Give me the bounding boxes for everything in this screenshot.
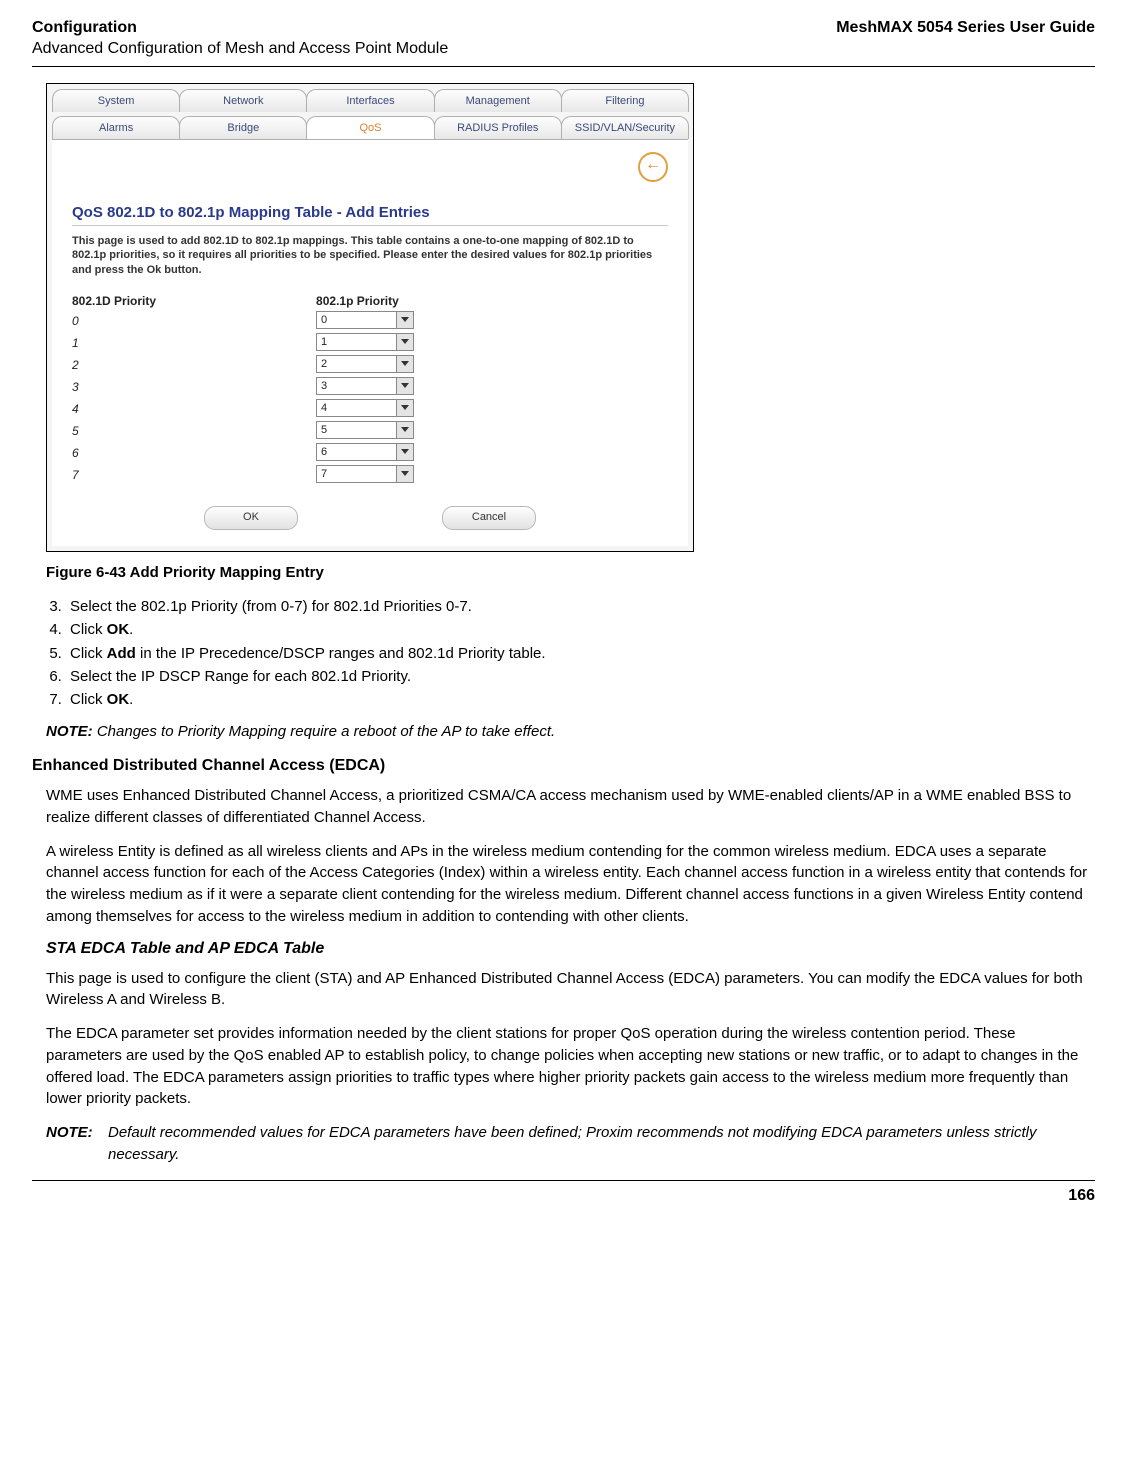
step-3: Select the 802.1p Priority (from 0-7) fo… <box>66 595 1095 618</box>
embedded-screenshot: System Network Interfaces Management Fil… <box>46 83 694 553</box>
priority-1d-value: 1 <box>72 332 156 354</box>
steps-list: Select the 802.1p Priority (from 0-7) fo… <box>46 595 1095 711</box>
step-text: . <box>129 691 133 708</box>
paragraph: WME uses Enhanced Distributed Channel Ac… <box>46 785 1095 829</box>
select-value: 1 <box>316 333 396 351</box>
page-subtitle: Advanced Configuration of Mesh and Acces… <box>32 39 448 60</box>
priority-1p-select[interactable]: 1 <box>316 333 414 351</box>
priority-1d-value: 5 <box>72 420 156 442</box>
subheading-sta-ap-edca: STA EDCA Table and AP EDCA Table <box>46 940 1095 958</box>
back-button[interactable]: ← <box>638 152 668 182</box>
select-value: 2 <box>316 355 396 373</box>
step-bold: Add <box>107 645 136 662</box>
select-value: 7 <box>316 465 396 483</box>
select-value: 4 <box>316 399 396 417</box>
note-1: NOTE: Changes to Priority Mapping requir… <box>46 721 1095 743</box>
priority-1p-select[interactable]: 3 <box>316 377 414 395</box>
note-label: NOTE: <box>46 723 93 740</box>
page-number: 166 <box>32 1187 1095 1219</box>
paragraph: The EDCA parameter set provides informat… <box>46 1023 1095 1110</box>
priority-1p-select[interactable]: 4 <box>316 399 414 417</box>
chevron-down-icon <box>396 443 414 461</box>
paragraph: A wireless Entity is defined as all wire… <box>46 841 1095 928</box>
col-head-1d: 802.1D Priority <box>72 294 156 308</box>
paragraph: This page is used to configure the clien… <box>46 968 1095 1012</box>
tab-interfaces[interactable]: Interfaces <box>306 89 434 112</box>
figure-caption: Figure 6-43 Add Priority Mapping Entry <box>46 564 1095 581</box>
note-text: Changes to Priority Mapping require a re… <box>97 723 555 740</box>
note-text: Default recommended values for EDCA para… <box>108 1122 1095 1166</box>
priority-1d-value: 3 <box>72 376 156 398</box>
tab-qos[interactable]: QoS <box>306 116 434 139</box>
heading-edca: Enhanced Distributed Channel Access (EDC… <box>32 757 1095 775</box>
priority-1p-select[interactable]: 0 <box>316 311 414 329</box>
step-bold: OK <box>107 621 130 638</box>
guide-title: MeshMAX 5054 Series User Guide <box>836 18 1095 60</box>
chevron-down-icon <box>396 421 414 439</box>
cancel-button[interactable]: Cancel <box>442 506 536 530</box>
tab-bridge[interactable]: Bridge <box>179 116 307 139</box>
arrow-left-icon: ← <box>645 156 661 173</box>
chevron-down-icon <box>396 355 414 373</box>
tab-network[interactable]: Network <box>179 89 307 112</box>
priority-1p-select[interactable]: 7 <box>316 465 414 483</box>
priority-1d-value: 0 <box>72 310 156 332</box>
section-underline <box>72 225 668 226</box>
tab-radius-profiles[interactable]: RADIUS Profiles <box>434 116 562 139</box>
footer-rule <box>32 1180 1095 1181</box>
step-4: Click OK. <box>66 618 1095 641</box>
chevron-down-icon <box>396 377 414 395</box>
step-text: . <box>129 621 133 638</box>
priority-1d-value: 4 <box>72 398 156 420</box>
section-description: This page is used to add 802.1D to 802.1… <box>72 234 668 279</box>
priority-1d-value: 2 <box>72 354 156 376</box>
priority-1p-select[interactable]: 5 <box>316 421 414 439</box>
priority-1d-value: 7 <box>72 464 156 486</box>
note-label: NOTE: <box>46 1122 108 1166</box>
select-value: 6 <box>316 443 396 461</box>
step-bold: OK <box>107 691 130 708</box>
note-2: NOTE: Default recommended values for EDC… <box>46 1122 1095 1166</box>
select-value: 5 <box>316 421 396 439</box>
tab-management[interactable]: Management <box>434 89 562 112</box>
tab-alarms[interactable]: Alarms <box>52 116 180 139</box>
col-head-1p: 802.1p Priority <box>316 294 414 308</box>
section-title: QoS 802.1D to 802.1p Mapping Table - Add… <box>72 182 668 223</box>
step-text: Click <box>70 621 107 638</box>
priority-1p-select[interactable]: 6 <box>316 443 414 461</box>
step-text: Click <box>70 645 107 662</box>
priority-1p-select[interactable]: 2 <box>316 355 414 373</box>
ok-button[interactable]: OK <box>204 506 298 530</box>
tab-filtering[interactable]: Filtering <box>561 89 689 112</box>
chevron-down-icon <box>396 333 414 351</box>
header-rule <box>32 66 1095 67</box>
tab-ssid-vlan-security[interactable]: SSID/VLAN/Security <box>561 116 689 139</box>
chevron-down-icon <box>396 399 414 417</box>
priority-1d-value: 6 <box>72 442 156 464</box>
step-text: in the IP Precedence/DSCP ranges and 802… <box>136 645 546 662</box>
select-value: 0 <box>316 311 396 329</box>
step-text: Click <box>70 691 107 708</box>
page-title: Configuration <box>32 18 448 39</box>
select-value: 3 <box>316 377 396 395</box>
tab-system[interactable]: System <box>52 89 180 112</box>
chevron-down-icon <box>396 311 414 329</box>
chevron-down-icon <box>396 465 414 483</box>
step-7: Click OK. <box>66 688 1095 711</box>
step-5: Click Add in the IP Precedence/DSCP rang… <box>66 642 1095 665</box>
step-6: Select the IP DSCP Range for each 802.1d… <box>66 665 1095 688</box>
